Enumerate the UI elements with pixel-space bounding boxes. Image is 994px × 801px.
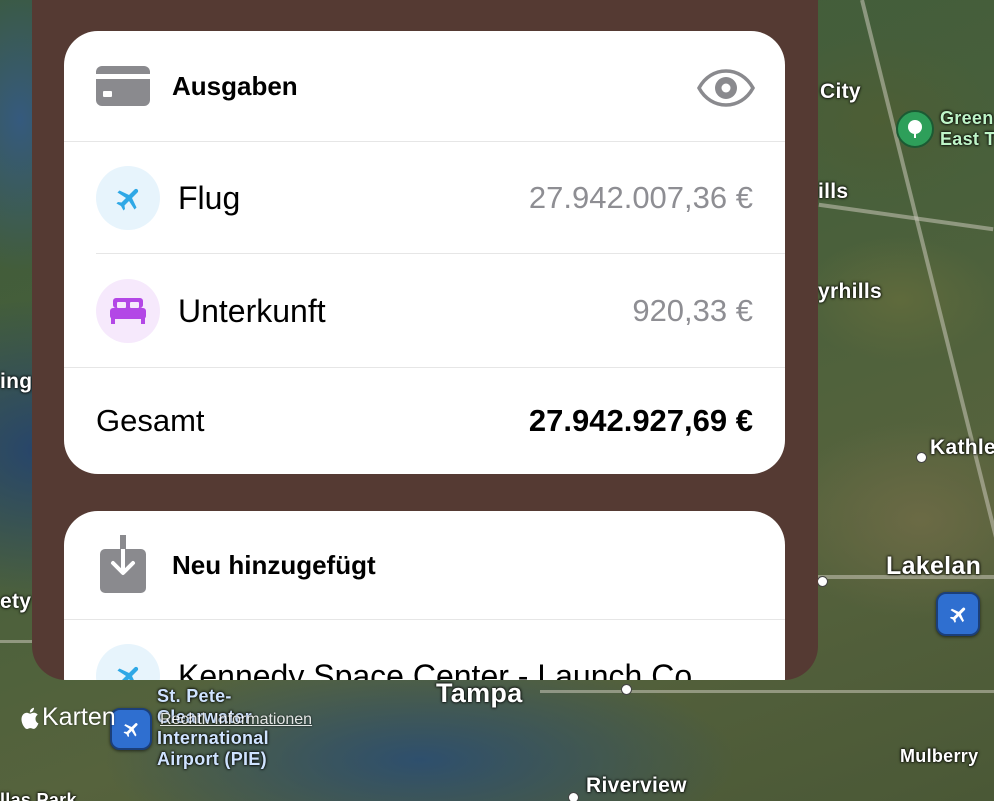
- recent-header: Neu hinzugefügt: [64, 511, 785, 620]
- expenses-title: Ausgaben: [172, 70, 298, 101]
- map-dot: [568, 792, 579, 801]
- visibility-toggle[interactable]: [697, 69, 755, 112]
- map-dot: [621, 684, 632, 695]
- recent-title: Neu hinzugefügt: [172, 549, 376, 580]
- expense-label: Unterkunft: [178, 292, 326, 329]
- map-road: [818, 202, 994, 232]
- map-label-tampa: Tampa: [436, 678, 523, 708]
- expense-amount: 27.942.007,36 €: [528, 180, 753, 215]
- map-label-kathleen: Kathle: [930, 436, 994, 459]
- maps-attribution-text: Karten: [42, 703, 116, 731]
- expense-row-accommodation[interactable]: Unterkunft 920,33 €: [64, 254, 785, 368]
- map-dot: [916, 452, 927, 463]
- expense-row-flight[interactable]: Flug 27.942.007,36 €: [64, 142, 785, 254]
- map-label-pie-1: St. Pete-: [157, 686, 232, 706]
- park-pin[interactable]: [896, 110, 934, 148]
- airplane-icon: [116, 188, 139, 211]
- map-label-ing: ing: [0, 370, 33, 393]
- apple-logo-icon: [21, 707, 39, 729]
- map-label-mulberry: Mulberry: [900, 746, 979, 766]
- bed-icon: [110, 298, 146, 324]
- map-label-pie-3: International: [157, 728, 269, 748]
- flight-icon-circle: [96, 644, 160, 680]
- eye-icon: [697, 69, 755, 107]
- airplane-icon: [116, 666, 139, 680]
- map-road: [540, 690, 994, 693]
- expense-total-row: Gesamt 27.942.927,69 €: [64, 368, 785, 474]
- recent-item-label: Kennedy Space Center - Launch Co...: [178, 657, 719, 681]
- airport-pin[interactable]: [936, 592, 980, 636]
- map-road: [0, 640, 32, 643]
- map-label-green: Green: [940, 108, 994, 128]
- airplane-icon: [949, 607, 966, 623]
- legal-link[interactable]: Rechtl. Informationen: [160, 711, 312, 729]
- total-label: Gesamt: [96, 403, 205, 438]
- credit-card-icon: [96, 66, 150, 106]
- tree-icon: [908, 120, 922, 138]
- map-label-dallas-park: llas Park: [0, 790, 77, 801]
- expense-amount: 920,33 €: [632, 293, 753, 328]
- trip-sheet: Ausgaben Flug 27.942.007,36 € Unterkunft…: [32, 0, 818, 680]
- map-dot: [817, 576, 828, 587]
- airplane-icon: [123, 723, 138, 738]
- apple-maps-attribution: Karten: [20, 703, 116, 732]
- map-label-pie-4: Airport (PIE): [157, 749, 267, 769]
- accommodation-icon-circle: [96, 279, 160, 343]
- flight-icon-circle: [96, 166, 160, 230]
- map-label-ety: ety: [0, 590, 32, 613]
- expenses-header: Ausgaben: [64, 31, 785, 142]
- total-amount: 27.942.927,69 €: [528, 403, 753, 438]
- map-label-riverview: Riverview: [586, 774, 687, 797]
- map-label-ills: ills: [818, 180, 849, 203]
- airport-pin-pie[interactable]: [110, 708, 152, 750]
- recent-card: Neu hinzugefügt Kennedy Space Center - L…: [64, 511, 785, 680]
- download-tray-icon: [100, 535, 146, 593]
- map-label-lakeland: Lakelan: [886, 552, 982, 580]
- expenses-card: Ausgaben Flug 27.942.007,36 € Unterkunft…: [64, 31, 785, 474]
- map-label-city: City: [820, 80, 861, 103]
- map-label-east: East T: [940, 129, 994, 149]
- recent-item[interactable]: Kennedy Space Center - Launch Co...: [64, 620, 785, 680]
- expense-label: Flug: [178, 179, 241, 216]
- map-label-zephyrhills: yrhills: [818, 280, 882, 303]
